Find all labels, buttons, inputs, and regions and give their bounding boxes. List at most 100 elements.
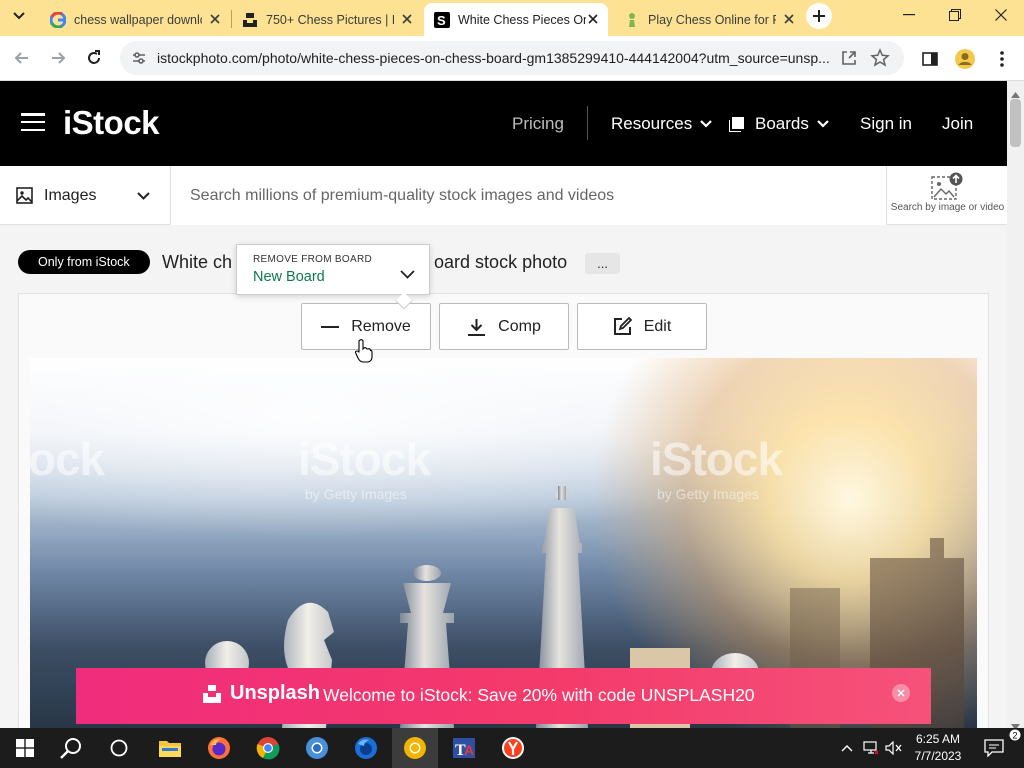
side-panel-icon[interactable] [918, 47, 942, 71]
windows-start-icon[interactable] [2, 728, 48, 768]
chevron-down-icon [700, 120, 713, 128]
yandex-browser-icon[interactable] [490, 728, 536, 768]
pricing-link[interactable]: Pricing [512, 114, 564, 134]
unsplash-logo-icon [202, 684, 222, 704]
hamburger-menu-icon[interactable] [21, 113, 45, 131]
edit-label: Edit [643, 317, 672, 335]
tray-chevron-up-icon[interactable] [838, 728, 856, 768]
chevron-down-icon [817, 120, 829, 128]
close-tab-icon[interactable] [782, 12, 796, 26]
unsplash-icon [242, 12, 258, 28]
page-scrollbar[interactable] [1007, 81, 1024, 730]
istock-logo[interactable]: iStock [63, 104, 160, 142]
close-window-icon[interactable] [978, 0, 1024, 30]
clock-time: 6:25 AM [915, 732, 961, 746]
scrollbar-thumb[interactable] [1010, 99, 1021, 147]
search-input[interactable] [171, 166, 886, 225]
firefox-blue-icon[interactable] [343, 728, 389, 768]
tab-title: 750+ Chess Pictures | D [266, 12, 394, 27]
address-bar[interactable]: istockphoto.com/photo/white-chess-pieces… [120, 41, 904, 75]
asset-detail: Only from iStock White ch oard stock phot… [0, 225, 1007, 728]
svg-text:2: 2 [1013, 730, 1018, 740]
chrome-yellow-icon[interactable] [392, 728, 438, 768]
only-from-istock-badge: Only from iStock [18, 250, 150, 274]
profile-avatar-icon[interactable] [953, 47, 977, 71]
close-tab-icon[interactable] [400, 12, 414, 26]
browser-menu-kebab-icon[interactable] [990, 47, 1014, 71]
boards-label: Boards [755, 114, 809, 133]
image-icon [16, 187, 33, 204]
search-bar: Images Search by image or video [0, 166, 1007, 225]
browser-tab-strip: chess wallpaper downlo 750+ Chess Pictur… [0, 0, 1024, 36]
back-arrow-icon[interactable] [8, 44, 36, 72]
tab-title: chess wallpaper downlo [74, 12, 202, 27]
search-by-image-button[interactable]: Search by image or video [886, 166, 1007, 225]
join-link[interactable]: Join [942, 114, 973, 134]
clock-date: 7/7/2023 [914, 749, 962, 763]
asset-title-end: oard stock photo [434, 252, 568, 272]
promo-banner[interactable]: Unsplash Welcome to iStock: Save 20% wit… [76, 668, 931, 724]
search-by-image-label: Search by image or video [890, 202, 1005, 213]
comp-download-button[interactable]: Comp [439, 303, 569, 350]
file-explorer-icon[interactable] [147, 728, 193, 768]
resources-menu[interactable]: Resources [611, 114, 713, 134]
tab-title: White Chess Pieces On [458, 12, 586, 27]
volume-muted-icon[interactable] [884, 728, 904, 768]
url-text[interactable]: istockphoto.com/photo/white-chess-pieces… [157, 50, 837, 66]
download-icon [467, 318, 486, 336]
promo-message: Welcome to iStock: Save 20% with code UN… [323, 685, 755, 705]
minimize-icon[interactable] [886, 0, 932, 30]
unsplash-brand: Unsplash [202, 682, 320, 705]
chrome-profile-icon[interactable] [294, 728, 340, 768]
firefox-icon[interactable] [196, 728, 242, 768]
text-app-icon[interactable]: TA [441, 728, 487, 768]
remove-from-board-caption: REMOVE FROM BOARD [253, 254, 372, 265]
close-tab-icon[interactable] [586, 12, 600, 26]
close-banner-icon[interactable] [892, 684, 910, 702]
google-icon [50, 11, 66, 28]
browser-tab-istock[interactable]: S White Chess Pieces On [424, 3, 608, 36]
header-divider [587, 106, 588, 140]
restore-icon[interactable] [932, 0, 978, 30]
media-type-select[interactable]: Images [0, 166, 171, 225]
edit-button[interactable]: Edit [577, 303, 707, 350]
notifications-icon[interactable] [980, 728, 1008, 768]
task-view-icon[interactable] [96, 728, 142, 768]
chevron-down-icon[interactable] [400, 266, 415, 284]
search-icon[interactable] [48, 728, 94, 768]
reload-icon[interactable] [80, 44, 108, 72]
edit-pencil-icon [613, 317, 632, 336]
board-popover[interactable]: REMOVE FROM BOARD New Board [236, 244, 430, 310]
media-type-label: Images [44, 186, 97, 204]
notification-count-badge: 2 [1006, 728, 1024, 741]
boards-icon [729, 116, 744, 132]
more-options-button[interactable]: ... [585, 253, 620, 274]
browser-tab-google[interactable]: chess wallpaper downlo [40, 3, 230, 36]
windows-taskbar: TA 6:25 AM 7/7/2023 2 [0, 728, 1024, 768]
board-name: New Board [253, 269, 325, 285]
istock-header: iStock Pricing Resources Boards Sign in … [0, 81, 1007, 166]
svg-text:A: A [464, 742, 474, 758]
system-clock[interactable]: 6:25 AM 7/7/2023 [910, 731, 966, 765]
search-by-image-icon [931, 172, 963, 205]
sign-in-link[interactable]: Sign in [860, 114, 912, 134]
boards-menu[interactable]: Boards [729, 114, 829, 134]
new-tab-plus-icon[interactable] [806, 3, 832, 29]
chevron-down-icon [137, 192, 150, 200]
forward-arrow-icon[interactable] [44, 44, 72, 72]
browser-toolbar: istockphoto.com/photo/white-chess-pieces… [0, 36, 1024, 81]
chess-pawn-icon [624, 12, 640, 28]
istock-icon: S [434, 11, 450, 28]
network-icon[interactable] [862, 728, 880, 768]
site-info-icon[interactable] [132, 51, 146, 70]
share-icon[interactable] [840, 49, 858, 72]
minus-icon [321, 325, 340, 328]
svg-text:S: S [437, 13, 446, 28]
close-tab-icon[interactable] [208, 12, 222, 26]
browser-tab-chess[interactable]: Play Chess Online for F [614, 3, 804, 36]
chrome-icon[interactable] [245, 728, 291, 768]
resources-label: Resources [611, 114, 693, 133]
bookmark-star-icon[interactable] [870, 48, 890, 73]
browser-tab-unsplash[interactable]: 750+ Chess Pictures | D [232, 3, 422, 36]
tab-search-chevron-icon[interactable] [8, 5, 30, 27]
